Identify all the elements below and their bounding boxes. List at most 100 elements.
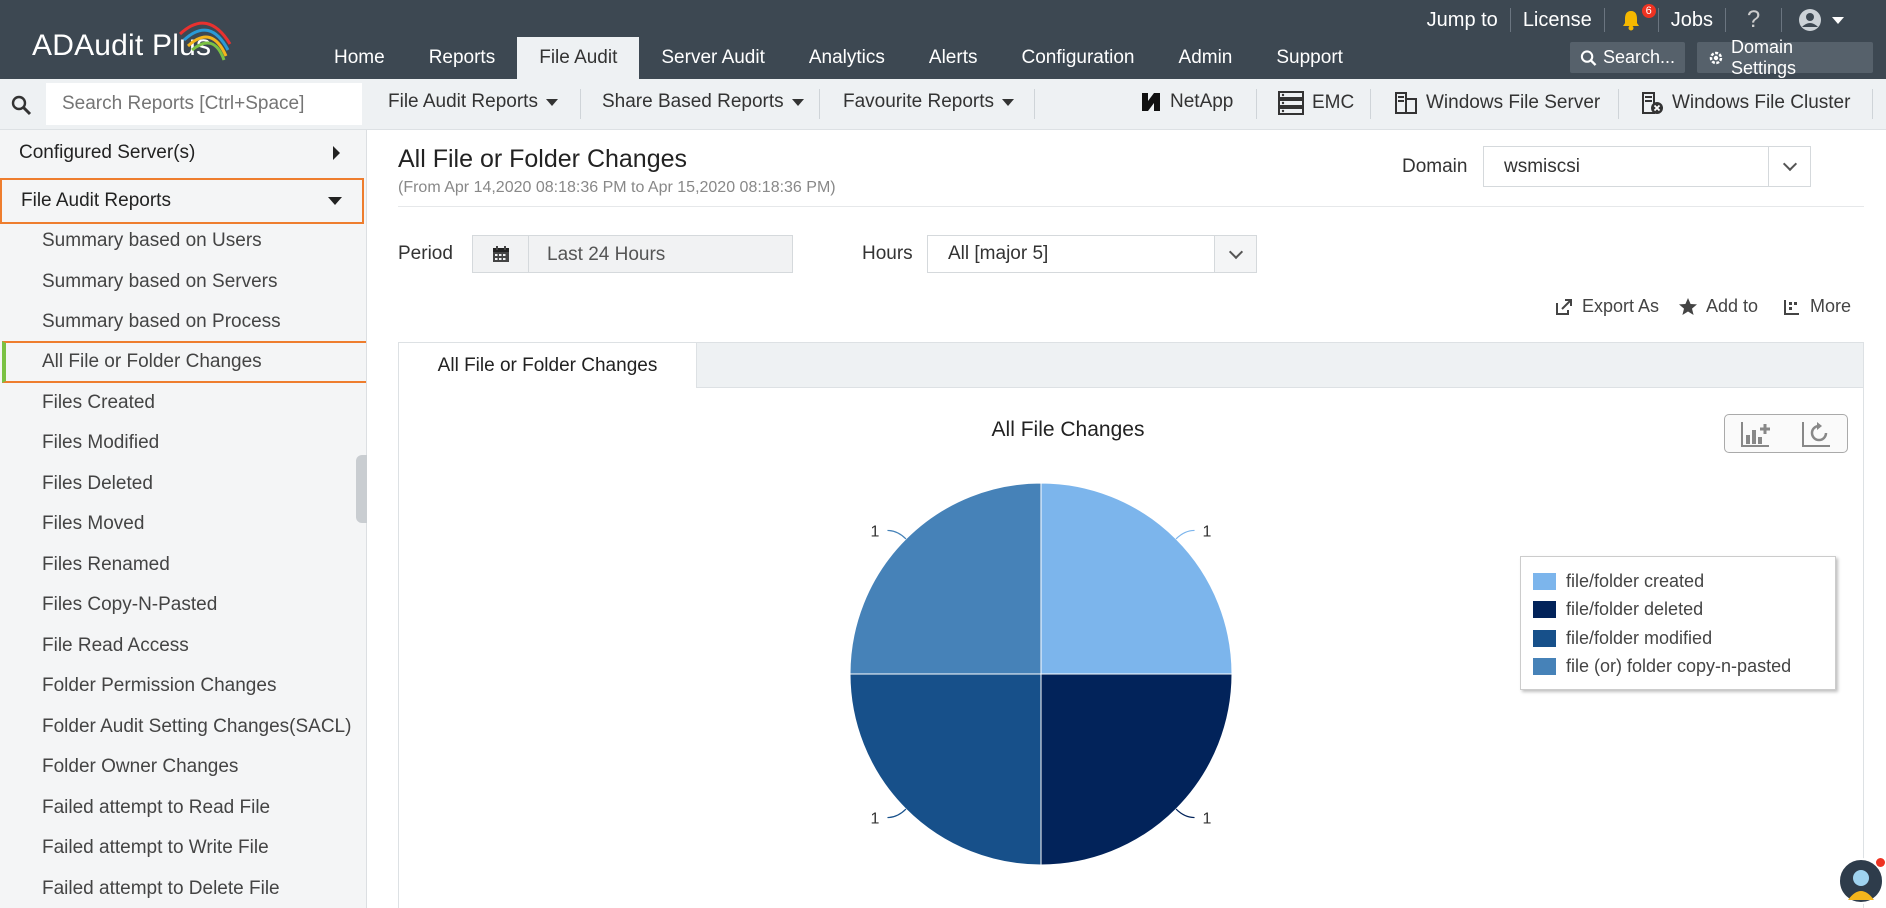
configured-servers-section[interactable]: Configured Server(s): [0, 130, 364, 176]
legend-item-created[interactable]: file/folder created: [1533, 567, 1823, 596]
server-emc-label: EMC: [1312, 92, 1355, 113]
add-to-label: Add to: [1706, 296, 1759, 316]
sidebar-item-files-created[interactable]: Files Created: [42, 392, 155, 414]
more-icon: [1784, 299, 1799, 315]
report-search-input[interactable]: [46, 83, 362, 125]
jobs-link[interactable]: Jobs: [1657, 8, 1725, 32]
page-title: All File or Folder Changes: [398, 145, 688, 173]
domain-settings-label: Domain Settings: [1730, 36, 1797, 78]
hours-label: Hours: [862, 243, 913, 264]
sidebar-item-file-read-access[interactable]: File Read Access: [42, 635, 189, 657]
chart-tools: [1724, 414, 1848, 453]
chat-notification-dot: [1876, 858, 1885, 867]
calendar-button[interactable]: [473, 236, 529, 272]
legend-label: file/folder created: [1566, 570, 1705, 591]
add-to-button[interactable]: Add to: [1678, 296, 1758, 317]
tab-home[interactable]: Home: [312, 37, 407, 79]
tab-alerts[interactable]: Alerts: [907, 37, 1000, 79]
file-audit-reports-label: File Audit Reports: [21, 190, 171, 211]
chevron-down-icon: [791, 98, 804, 106]
sidebar-item-folder-audit-setting-changes[interactable]: Folder Audit Setting Changes(SACL): [42, 716, 351, 738]
favourite-reports-menu-label: Favourite Reports: [843, 91, 995, 112]
domain-settings-button[interactable]: Domain Settings: [1697, 37, 1873, 78]
file-audit-reports-section[interactable]: File Audit Reports: [0, 178, 364, 224]
user-avatar-icon: [1799, 9, 1821, 31]
file-audit-reports-menu[interactable]: File Audit Reports: [388, 91, 558, 113]
sidebar-item-folder-permission-changes[interactable]: Folder Permission Changes: [42, 675, 276, 697]
tab-admin[interactable]: Admin: [1157, 37, 1255, 79]
server-emc[interactable]: EMC: [1278, 91, 1354, 115]
chevron-down-icon: [545, 98, 558, 106]
legend-item-deleted[interactable]: file/folder deleted: [1533, 596, 1823, 625]
tab-all-file-folder-changes[interactable]: All File or Folder Changes: [399, 343, 697, 389]
chevron-down-icon: [328, 197, 342, 205]
server-windows-file-server[interactable]: Windows File Server: [1394, 91, 1600, 115]
file-server-icon: [1395, 92, 1417, 114]
tab-analytics[interactable]: Analytics: [787, 37, 907, 79]
tab-server-audit[interactable]: Server Audit: [639, 37, 787, 79]
netapp-icon: [1142, 93, 1160, 111]
divider: [398, 206, 1864, 207]
sidebar-item-all-file-folder-changes[interactable]: All File or Folder Changes: [2, 341, 366, 383]
chevron-down-icon: [1002, 98, 1015, 106]
legend-label: file (or) folder copy-n-pasted: [1566, 656, 1792, 677]
domain-dropdown-toggle[interactable]: [1768, 147, 1810, 186]
period-picker[interactable]: Last 24 Hours: [472, 235, 793, 273]
legend-swatch: [1533, 658, 1556, 676]
sidebar-item-files-moved[interactable]: Files Moved: [42, 513, 144, 535]
tab-support[interactable]: Support: [1254, 37, 1365, 79]
jump-to-link[interactable]: Jump to: [1415, 8, 1510, 32]
divider: [819, 89, 820, 119]
refresh-chart-icon[interactable]: [1800, 420, 1834, 448]
add-chart-icon[interactable]: [1739, 420, 1773, 448]
notifications[interactable]: 6: [1603, 4, 1658, 32]
file-cluster-icon: [1642, 92, 1663, 114]
legend-item-modified[interactable]: file/folder modified: [1533, 624, 1823, 653]
help-link[interactable]: ?: [1725, 6, 1781, 33]
date-range-subtitle: (From Apr 14,2020 08:18:36 PM to Apr 15,…: [398, 179, 836, 196]
domain-select[interactable]: wsmiscsi: [1483, 146, 1811, 187]
sidebar-item-files-deleted[interactable]: Files Deleted: [42, 473, 153, 495]
sidebar-item-files-modified[interactable]: Files Modified: [42, 432, 159, 454]
sidebar-item-summary-users[interactable]: Summary based on Users: [42, 230, 262, 252]
divider: [580, 89, 581, 119]
hours-select[interactable]: All [major 5]: [927, 235, 1257, 273]
license-link[interactable]: License: [1509, 8, 1604, 32]
user-menu[interactable]: [1781, 8, 1856, 32]
sidebar-item-folder-owner-changes[interactable]: Folder Owner Changes: [42, 756, 238, 778]
export-as-button[interactable]: Export As: [1554, 296, 1659, 317]
sidebar-item-failed-write-file[interactable]: Failed attempt to Write File: [42, 837, 269, 859]
sidebar-collapse-handle[interactable]: [356, 455, 367, 523]
sidebar-item-files-renamed[interactable]: Files Renamed: [42, 554, 170, 576]
share-based-reports-menu[interactable]: Share Based Reports: [602, 91, 804, 113]
header-search-button[interactable]: Search...: [1570, 42, 1685, 73]
gear-icon: [1709, 51, 1723, 64]
tab-file-audit[interactable]: File Audit: [517, 37, 640, 79]
server-netapp[interactable]: NetApp: [1140, 91, 1233, 113]
server-netapp-label: NetApp: [1170, 91, 1234, 112]
favourite-reports-menu[interactable]: Favourite Reports: [843, 91, 1015, 113]
chevron-down-icon: [1782, 156, 1797, 172]
top-header: ADAudit Plus Jump to License 6 Jobs ? Ho…: [0, 0, 1886, 79]
divider: [1370, 89, 1371, 119]
hours-dropdown-toggle[interactable]: [1214, 236, 1256, 272]
report-search-icon[interactable]: [10, 94, 32, 116]
server-windows-file-cluster[interactable]: Windows File Cluster: [1640, 91, 1850, 115]
more-button[interactable]: More: [1782, 296, 1851, 317]
tab-reports[interactable]: Reports: [407, 37, 518, 79]
legend-item-copy-pasted[interactable]: file (or) folder copy-n-pasted: [1533, 653, 1823, 682]
legend-swatch: [1533, 572, 1556, 590]
period-value: Last 24 Hours: [547, 244, 666, 265]
sidebar-item-files-copy-n-pasted[interactable]: Files Copy-N-Pasted: [42, 594, 217, 616]
share-based-reports-menu-label: Share Based Reports: [602, 91, 784, 112]
export-as-label: Export As: [1582, 296, 1660, 316]
sidebar-item-failed-delete-file[interactable]: Failed attempt to Delete File: [42, 878, 280, 900]
sidebar-item-summary-process[interactable]: Summary based on Process: [42, 311, 281, 333]
period-label: Period: [398, 243, 453, 264]
sidebar-item-failed-read-file[interactable]: Failed attempt to Read File: [42, 797, 270, 819]
chevron-down-icon: [1832, 16, 1844, 24]
tab-configuration[interactable]: Configuration: [999, 37, 1156, 79]
file-audit-reports-menu-label: File Audit Reports: [388, 91, 538, 112]
sidebar-item-summary-servers[interactable]: Summary based on Servers: [42, 271, 278, 293]
chevron-right-icon: [333, 146, 340, 160]
